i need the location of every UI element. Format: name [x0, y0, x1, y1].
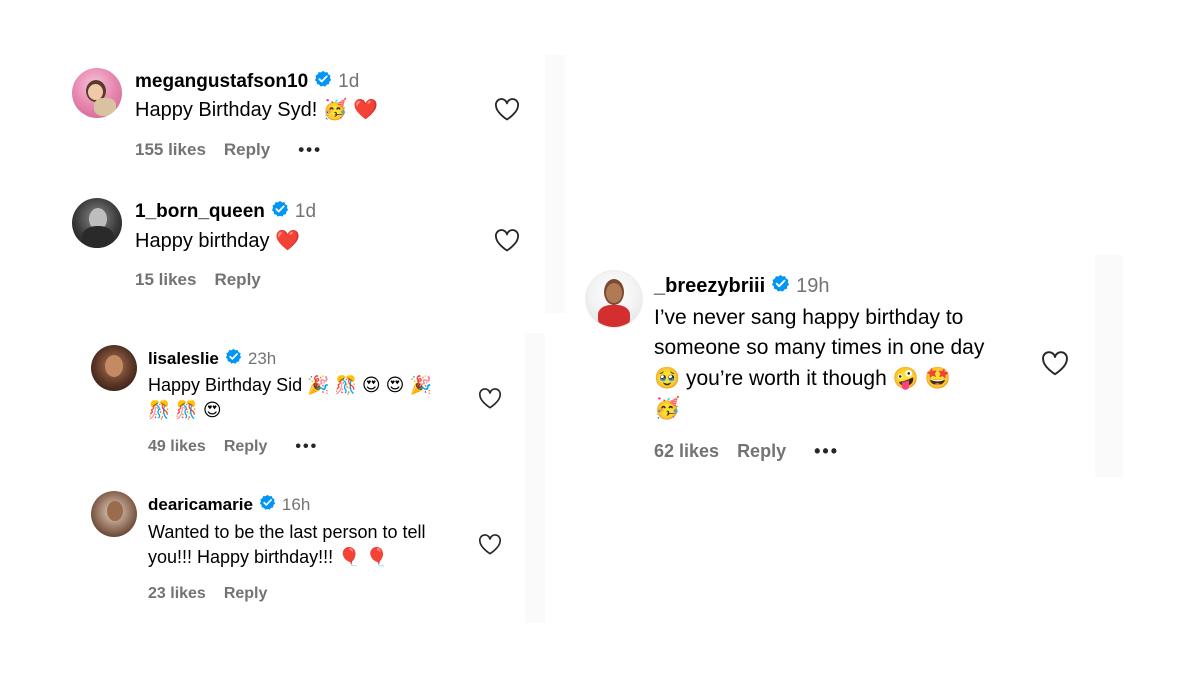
heart-outline-icon[interactable]	[494, 98, 520, 127]
heart-outline-icon[interactable]	[494, 229, 520, 258]
comment-timestamp: 23h	[247, 349, 277, 368]
heart-outline-icon[interactable]	[478, 388, 502, 415]
username[interactable]: dearicamarie	[148, 495, 253, 515]
comment-text: someone so many times in one day	[654, 336, 985, 359]
reply-button[interactable]: Reply	[224, 438, 268, 456]
comment-text: Happy Birthday Sid 🎉 🎊 😍 😍 🎉	[148, 375, 432, 395]
comment-text: Happy Birthday Syd! 🥳 ❤️	[135, 99, 379, 121]
avatar[interactable]	[585, 270, 643, 328]
comment-text: I’ve never sang happy birthday to	[654, 306, 964, 329]
likes-count[interactable]: 15 likes	[135, 270, 196, 290]
comment-timestamp: 1d	[294, 201, 317, 222]
comment-timestamp: 19h	[796, 275, 830, 297]
reply-button[interactable]: Reply	[224, 140, 270, 160]
username[interactable]: megangustafson10	[135, 71, 308, 93]
avatar[interactable]	[91, 345, 137, 391]
username[interactable]: 1_born_queen	[135, 201, 265, 223]
more-options-button[interactable]: •••	[295, 438, 318, 456]
more-options-button[interactable]: •••	[298, 140, 322, 160]
verified-badge-icon	[225, 348, 242, 370]
comment-timestamp: 1d	[338, 71, 360, 92]
comment-text: you!!! Happy birthday!!! 🎈 🎈	[148, 547, 388, 567]
verified-badge-icon	[271, 200, 289, 224]
likes-count[interactable]: 155 likes	[135, 140, 206, 160]
reply-button[interactable]: Reply	[737, 441, 786, 462]
reply-button[interactable]: Reply	[214, 270, 260, 290]
likes-count[interactable]: 62 likes	[654, 441, 719, 462]
comment-timestamp: 16h	[281, 495, 311, 514]
heart-outline-icon[interactable]	[478, 534, 502, 561]
verified-badge-icon	[314, 70, 332, 94]
avatar[interactable]	[91, 491, 137, 537]
comment-text: Wanted to be the last person to tell	[148, 522, 426, 542]
reply-button[interactable]: Reply	[224, 585, 268, 603]
likes-count[interactable]: 49 likes	[148, 438, 206, 456]
comment-text: Happy birthday ❤️	[135, 230, 300, 252]
avatar[interactable]	[72, 68, 122, 118]
more-options-button[interactable]: •••	[814, 441, 839, 462]
username[interactable]: lisaleslie	[148, 349, 219, 369]
avatar[interactable]	[72, 198, 122, 248]
likes-count[interactable]: 23 likes	[148, 585, 206, 603]
comment-text: 🎊 🎊 😍	[148, 400, 222, 420]
comment-text: 🥹 you’re worth it though 🤪 🤩	[654, 367, 951, 390]
verified-badge-icon	[259, 494, 276, 516]
username[interactable]: _breezybriii	[654, 275, 765, 298]
heart-outline-icon[interactable]	[1041, 351, 1069, 382]
comment-text: 🥳	[654, 397, 681, 420]
verified-badge-icon	[771, 274, 790, 299]
